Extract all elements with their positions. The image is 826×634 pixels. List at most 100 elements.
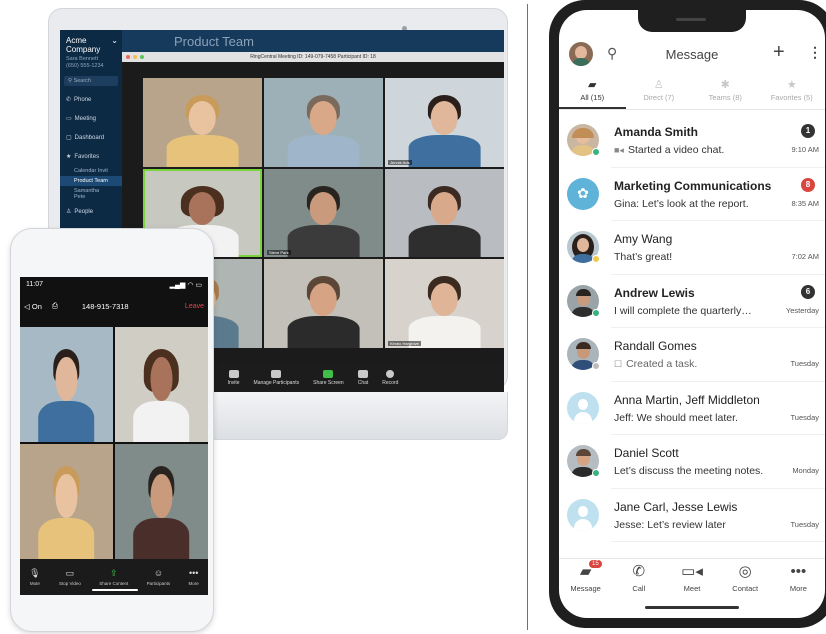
video-icon: ▭◂: [681, 563, 703, 580]
meeting-phone-number: 148-915-7318: [81, 301, 129, 311]
nav-contact[interactable]: ◎ Contact: [719, 559, 772, 618]
participant-video: [408, 87, 481, 167]
chat-button[interactable]: Chat: [358, 370, 368, 386]
mute-button[interactable]: 🎙︎ Mute: [29, 568, 40, 586]
nav-label: Contact: [732, 584, 759, 593]
group-avatar: [567, 498, 599, 531]
sidebar-item-label: Favorites: [74, 153, 100, 160]
meeting-id-label: RingCentral Meeting ID: 149-079-7458 Par…: [250, 54, 376, 60]
video-tile[interactable]: [20, 444, 113, 559]
tab-label: Favorites (5): [770, 93, 813, 102]
conversation-preview: Jesse: Let’s review later: [614, 518, 726, 531]
sidebar-item-favorites[interactable]: ★ Favorites: [60, 147, 122, 166]
speaker-toggle[interactable]: ◁ On: [24, 302, 42, 311]
nav-meet[interactable]: ▭◂ Meet: [665, 559, 718, 618]
conversation-preview: Let’s discuss the meeting notes.: [614, 465, 764, 477]
presence-indicator: [592, 148, 600, 156]
video-tile[interactable]: [115, 327, 208, 442]
more-vertical-icon[interactable]: ⋮: [808, 44, 822, 61]
tab-label: Direct (7): [643, 93, 675, 102]
video-tile[interactable]: Steve Park: [264, 168, 383, 258]
favorite-item[interactable]: Product Team: [60, 176, 122, 186]
nav-label: More: [789, 584, 807, 593]
participant-name: Jennie Ads: [388, 159, 412, 165]
video-tile[interactable]: Jennie Ads: [385, 78, 504, 167]
list-item[interactable]: Daniel Scott Let’s discuss the meeting n…: [567, 435, 825, 489]
tab-teams[interactable]: ✱ Teams (8): [692, 78, 759, 109]
sidebar-item-dashboard[interactable]: ▢ Dashboard: [60, 128, 122, 147]
video-tile[interactable]: [115, 444, 208, 559]
video-tile[interactable]: [143, 78, 262, 167]
participant-name: Kimbo Hargrove: [388, 340, 421, 346]
nav-more[interactable]: ••• More: [772, 559, 825, 618]
tab-direct[interactable]: ♙ Direct (7): [626, 78, 693, 109]
video-tile[interactable]: [264, 259, 383, 348]
record-button[interactable]: Record: [382, 370, 398, 386]
nav-message[interactable]: ▰ 15 Message: [559, 559, 612, 618]
share-content-button[interactable]: ⇪ Share Content: [99, 567, 128, 586]
list-item[interactable]: Amy Wang That’s great! 7:02 AM: [567, 221, 825, 275]
maximize-window-button[interactable]: [140, 55, 144, 59]
video-tile[interactable]: Kimbo Hargrove: [385, 259, 504, 348]
participants-icon: ☺: [153, 567, 164, 578]
record-icon: [386, 370, 395, 378]
video-icon: ▭: [66, 116, 72, 122]
contact-icon: ◎: [738, 563, 752, 580]
call-header: ◁ On ⎙ 148-915-7318 Leave: [20, 295, 208, 317]
tab-label: All (15): [580, 93, 605, 102]
video-icon: ▭: [65, 567, 75, 578]
user-info: Sara Bennett (650) 555-1234: [60, 54, 122, 72]
conversation-preview: I will complete the quarterly…: [614, 304, 752, 317]
nav-call[interactable]: ✆ Call: [612, 559, 665, 618]
share-icon: ⇪: [110, 567, 118, 578]
unread-badge: 6: [801, 284, 815, 299]
sidebar-item-label: Phone: [74, 96, 92, 103]
list-item[interactable]: Anna Martin, Jeff Middleton Jeff: We sho…: [567, 382, 825, 435]
participant-video: [287, 268, 360, 348]
toolbar-label: Participants: [146, 580, 171, 586]
sidebar-item-meeting[interactable]: ▭ Meeting: [60, 109, 122, 128]
switch-camera-icon[interactable]: ⎙: [52, 301, 58, 311]
list-item[interactable]: Jane Carl, Jesse Lewis Jesse: Let’s revi…: [567, 489, 825, 542]
phone-icon: ✆: [66, 97, 72, 103]
sidebar-item-people[interactable]: ♙ People: [60, 202, 122, 221]
share-screen-button[interactable]: Share Screen: [313, 370, 344, 386]
status-bar: 11:07 ▂▄▆ ◠ ▭: [20, 277, 208, 295]
preview-text: Started a video chat.: [627, 144, 725, 156]
manage-participants-button[interactable]: Manage Participants: [254, 370, 299, 386]
list-item[interactable]: ✿ Marketing Communications Gina: Let’s l…: [567, 168, 825, 221]
phone-icon: ✆: [632, 563, 646, 580]
plus-icon[interactable]: +: [773, 41, 785, 64]
video-tile[interactable]: [264, 78, 383, 167]
minimize-window-button[interactable]: [133, 55, 137, 59]
unread-badge: 8: [801, 177, 815, 192]
mobile-phone-meeting: 11:07 ▂▄▆ ◠ ▭ ◁ On ⎙ 148-915-7318 Leave …: [10, 228, 214, 632]
favorite-item[interactable]: Calendar Invit: [60, 166, 122, 176]
leave-button[interactable]: Leave: [185, 303, 204, 310]
stop-video-button[interactable]: ▭ Stop Video: [59, 567, 81, 586]
video-tile[interactable]: [20, 327, 113, 442]
list-item[interactable]: Randall Gomes ☐ Created a task. Tuesday: [567, 328, 825, 382]
participant-video: [133, 339, 190, 442]
conversation-time: 9:10 AM: [791, 145, 819, 154]
app-topbar: Product Team: [122, 30, 504, 52]
sidebar-search[interactable]: ⚲ Search: [64, 76, 118, 86]
tab-all[interactable]: ▰ All (15): [559, 78, 626, 109]
invite-button[interactable]: Invite: [228, 370, 240, 386]
participants-button[interactable]: ☺ Participants: [146, 567, 171, 586]
list-item[interactable]: Amanda Smith ■◂ Started a video chat. 9:1…: [567, 114, 825, 168]
video-icon: ■◂: [614, 145, 624, 155]
chat-icon: [358, 370, 368, 378]
favorite-item[interactable]: Samantha Pete: [60, 186, 122, 202]
list-item[interactable]: Andrew Lewis I will complete the quarter…: [567, 275, 825, 328]
participant-video: [287, 178, 360, 258]
sidebar-item-phone[interactable]: ✆ Phone: [60, 90, 122, 109]
tab-favorites[interactable]: ★ Favorites (5): [759, 78, 826, 109]
dashboard-icon: ▢: [66, 135, 72, 141]
add-person-icon: [228, 370, 239, 378]
company-switcher[interactable]: Acme Company ⌄: [60, 30, 122, 54]
video-tile[interactable]: [385, 168, 504, 258]
close-window-button[interactable]: [126, 55, 130, 59]
unread-badge: 1: [801, 124, 815, 138]
more-button[interactable]: ••• More: [189, 568, 199, 586]
